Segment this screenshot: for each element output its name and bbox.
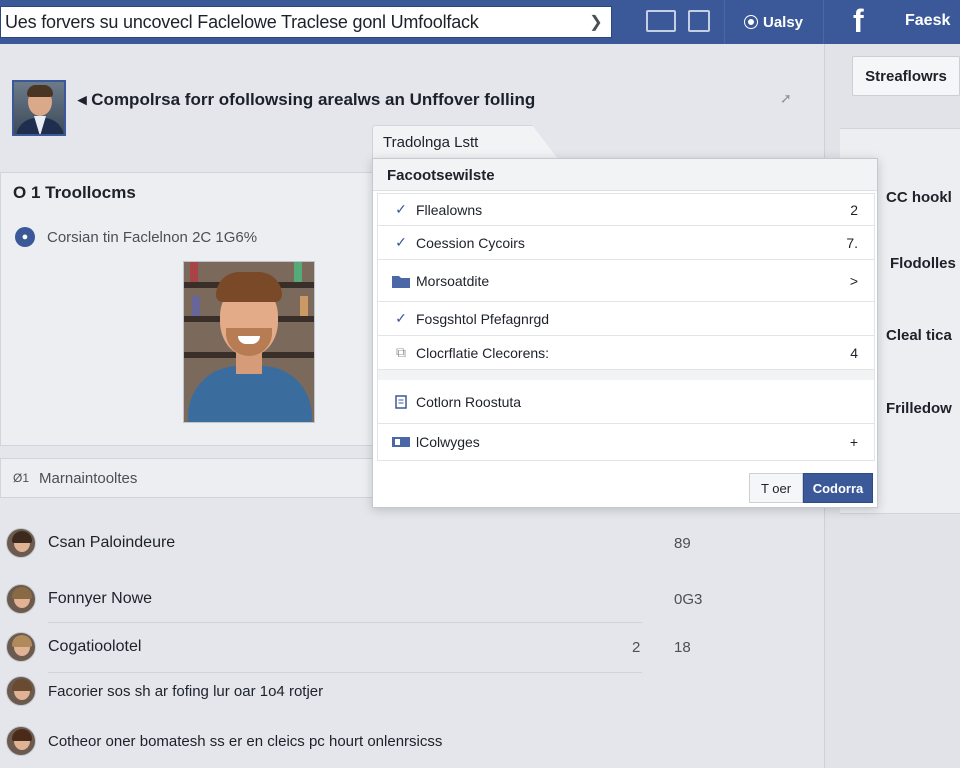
dialog-footer: T oer Codorra [373,463,877,507]
chevron-right-icon[interactable]: > [850,273,858,289]
avatar [6,528,36,558]
search-input-value[interactable]: Ues forvers su uncovecl Faclelowe Tracle… [5,12,581,33]
list-item[interactable]: Cogatioolotel 2 18 [0,624,691,670]
check-icon: ✓ [395,201,407,217]
dialog-list-item[interactable]: Morsoatdite > [378,260,874,302]
list-item-name: Fonnyer Nowe [48,590,153,607]
list-item-name: Cogatioolotel [48,638,142,655]
list-item[interactable]: Facorier sos sh ar fofing lur oar 1o4 ro… [0,668,640,714]
dialog-list-item[interactable]: ✓ Coession Cycoirs 7. [378,226,874,260]
list-item-count: 89 [674,534,691,552]
avatar [6,726,36,756]
user-name: Ualsy [762,13,804,31]
list-item[interactable]: Fonnyer Nowe 0G3 [0,576,702,622]
document-icon [392,393,410,411]
dialog-item-label: Cotlorn Roostuta [416,393,522,410]
profile-photo[interactable] [183,261,315,423]
dialog-header: Facootsewilste [373,159,877,191]
dialog-list-item[interactable]: lColwyges + [378,424,874,460]
cancel-button[interactable]: T oer [749,473,803,503]
chevron-down-icon[interactable]: ❯ [581,7,611,37]
list-item-secondary-count: 2 [632,638,641,656]
list-item-count: 18 [674,638,691,656]
page-title: ◂ Compolrsa forr ofollowsing arealws an … [78,90,535,110]
dialog-item-label: Fosgshtol Pfefagnrgd [416,310,550,327]
dialog-list-item[interactable]: ✓ Fosgshtol Pfefagnrgd [378,302,874,336]
list-item-name: Cotheor oner bomatesh ss er en cleics pc… [48,732,443,750]
dialog-item-label: Morsoatdite [416,272,490,289]
sidebar-item[interactable]: Frilledow [886,400,952,417]
search-input[interactable]: Ues forvers su uncovecl Faclelowe Tracle… [0,6,612,38]
profile-card-heading: O 1 Troollocms [13,183,136,202]
check-icon: ✓ [395,234,407,250]
back-arrow-icon[interactable]: ◂ [78,90,87,109]
divider [48,622,642,623]
sidebar-item[interactable]: Flodolles [890,255,956,272]
image-icon [392,433,410,451]
top-navigation-bar: Ues forvers su uncovecl Faclelowe Tracle… [0,0,960,44]
friend-list-dialog: Facootsewilste ✓ Fllealowns 2 ✓ Coession… [372,158,878,508]
dialog-item-label: Clocrflatie Clecorens: [416,344,550,361]
management-bar[interactable]: Ø1 Marnaintooltes [0,458,400,498]
management-icon: Ø1 [13,471,30,485]
add-icon[interactable]: + [850,434,858,450]
management-label: Marnaintooltes [39,469,138,487]
share-icon[interactable]: ➚ [780,90,798,108]
list-item[interactable]: Cotheor oner bomatesh ss er en cleics pc… [0,718,640,764]
dialog-list-item[interactable]: Cotlorn Roostuta [378,380,874,424]
dialog-section-gap [378,370,874,380]
dialog-list-item[interactable]: ⧉ Clocrflatie Clecorens: 4 [378,336,874,370]
profile-avatar[interactable] [12,80,66,136]
avatar [6,584,36,614]
profile-card-subtitle: ● Corsian tin Faclelnon 2C 1G6% [15,227,257,247]
sidebar-item[interactable]: Cleal tica [886,327,952,344]
dialog-item-count: 7. [846,234,858,251]
see-all-button[interactable]: Streaflowrs [852,56,960,96]
brand-text[interactable]: Faesk [905,12,950,30]
user-menu-button[interactable]: Ualsy [724,0,824,44]
profile-card: O 1 Troollocms ● Corsian tin Faclelnon 2… [0,172,400,446]
avatar [6,676,36,706]
image-icon: ⧉ [396,344,406,360]
user-status-icon [744,16,757,28]
dialog-item-label: Fllealowns [416,201,483,218]
avatar [6,632,36,662]
profile-card-subtitle-text: Corsian tin Faclelnon 2C 1G6% [47,228,258,246]
info-icon: ● [15,227,35,247]
sidebar-item[interactable]: CC hookl [886,189,952,206]
dialog-item-label: Coession Cycoirs [416,234,525,251]
facebook-logo-icon[interactable]: f [853,5,875,37]
confirm-button[interactable]: Codorra [803,473,873,503]
folder-icon [392,272,410,290]
check-icon: ✓ [395,310,407,326]
dialog-tab[interactable]: Tradolnga Lstt [372,125,558,159]
list-item-name: Csan Paloindeure [48,534,176,551]
dialog-list: ✓ Fllealowns 2 ✓ Coession Cycoirs 7. Mor… [377,193,875,461]
dialog-item-count: 4 [850,344,858,361]
messages-icon[interactable] [688,10,710,32]
dialog-item-label: lColwyges [416,434,480,450]
dialog-list-item[interactable]: ✓ Fllealowns 2 [378,194,874,226]
page-title-text: Compolrsa forr ofollowsing arealws an Un… [91,90,536,109]
list-item-name: Facorier sos sh ar fofing lur oar 1o4 ro… [48,682,324,700]
dialog-item-count: 2 [850,201,858,218]
friends-icon[interactable] [646,10,676,32]
list-item-count: 0G3 [674,590,703,608]
list-item[interactable]: Csan Paloindeure 89 [0,520,691,566]
